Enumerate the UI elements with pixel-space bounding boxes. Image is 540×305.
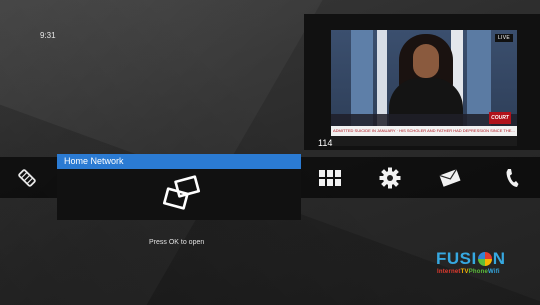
news-anchor-face <box>413 44 439 78</box>
phone-icon <box>506 168 519 187</box>
live-tv-preview[interactable]: LIVE ADMITTED SUICIDE IN JANUARY · HIS S… <box>304 14 540 150</box>
brand-name: FUSI N <box>436 249 506 269</box>
menu-item-settings[interactable] <box>370 157 410 198</box>
network-logo: COURT <box>489 112 511 124</box>
news-ticker: ADMITTED SUICIDE IN JANUARY · HIS SCHOLE… <box>331 126 517 136</box>
envelope-icon <box>439 168 461 187</box>
menu-item-messages[interactable] <box>430 157 470 198</box>
brand-o-icon <box>477 252 492 266</box>
menu-item-label: Home Network <box>64 156 124 166</box>
brand-tag-wifi: Wifi <box>488 269 500 275</box>
brand-name-prefix: FUSI <box>436 249 477 268</box>
brand-tagline: InternetTVPhoneWifi <box>437 269 500 275</box>
clock: 9:31 <box>40 31 56 40</box>
brand-tag-tv: TV <box>460 269 469 275</box>
hint-text: Press OK to open <box>149 239 205 246</box>
tag-icon <box>18 168 36 187</box>
menu-item-home-network[interactable]: Home Network <box>57 154 301 220</box>
menu-item-tag[interactable] <box>12 157 42 198</box>
focus-header: Home Network <box>57 154 301 169</box>
brand-name-suffix: N <box>492 249 506 268</box>
brand-tag-internet: Internet <box>437 269 461 275</box>
menu-item-phone[interactable] <box>495 157 529 198</box>
live-badge: LIVE <box>494 34 513 42</box>
menu-item-apps[interactable] <box>312 157 348 198</box>
screens-icon <box>162 175 201 210</box>
channel-number: 114 <box>318 138 333 148</box>
ticker-bottom-bar <box>331 136 517 146</box>
grid-icon <box>319 169 341 186</box>
gear-icon <box>379 167 401 188</box>
fusion-logo: FUSI N InternetTVPhoneWifi <box>436 249 528 283</box>
brand-tag-phone: Phone <box>468 269 489 275</box>
tv-video-frame: LIVE ADMITTED SUICIDE IN JANUARY · HIS S… <box>331 30 517 146</box>
